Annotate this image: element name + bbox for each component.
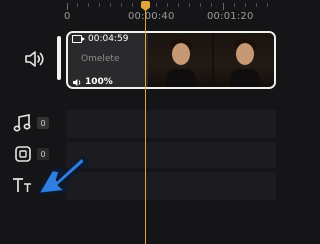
ruler-tick: [267, 3, 268, 7]
clip-duration-text: 00:04:59: [88, 34, 129, 44]
clip-thumbnails: [148, 33, 274, 87]
arrow-annotation-icon: [30, 150, 96, 206]
thumbnail-frame: [214, 33, 274, 87]
music-note-icon[interactable]: [13, 114, 33, 132]
text-track-lane[interactable]: [66, 172, 276, 200]
thumbnail-frame: [148, 33, 212, 87]
clip-duration: 00:04:59: [72, 34, 128, 44]
ruler-tick: [256, 3, 257, 7]
thumbnail-person-face: [236, 43, 254, 65]
ruler-tick: [178, 3, 179, 7]
ruler-label-40s: 00:00:40: [128, 11, 175, 22]
speaker-icon[interactable]: [24, 50, 46, 68]
ruler-tick: [88, 3, 89, 7]
ruler-tick: [121, 3, 122, 7]
ruler-tick: [77, 3, 78, 7]
thumbnail-person-face: [172, 43, 190, 65]
ruler-tick: [211, 3, 212, 7]
clip-volume-text: 100%: [85, 77, 113, 87]
ruler-tick: [132, 3, 133, 7]
ruler-tick: [99, 3, 100, 7]
ruler-tick: [67, 3, 68, 10]
volume-icon: [73, 78, 81, 86]
ruler-label-80s: 00:01:20: [207, 11, 254, 22]
ruler-label-start: 0: [64, 11, 71, 22]
thumbnail-person-body: [166, 69, 196, 87]
clip-volume: 100%: [72, 77, 113, 87]
thumbnail-person-body: [230, 69, 260, 87]
ruler-tick: [234, 3, 235, 7]
ruler-tick: [167, 3, 168, 7]
ruler-tick: [223, 3, 224, 10]
ruler-tick: [189, 3, 190, 7]
ruler-tick: [200, 3, 201, 7]
video-camera-icon: [72, 35, 85, 43]
track-resize-handle[interactable]: [57, 36, 61, 80]
timeline-ruler[interactable]: 0 00:00:40 00:01:20: [0, 0, 276, 30]
audio-track-lane[interactable]: [66, 110, 276, 138]
video-clip[interactable]: 00:04:59 Omelete 100%: [66, 31, 276, 89]
ruler-tick: [110, 3, 111, 7]
audio-track-count: 0: [37, 117, 49, 129]
playhead-line[interactable]: [145, 10, 146, 244]
ruler-tick: [156, 3, 157, 7]
clip-title: Omelete: [81, 54, 120, 64]
sticker-track-lane[interactable]: [66, 142, 276, 168]
ruler-tick: [245, 3, 246, 7]
